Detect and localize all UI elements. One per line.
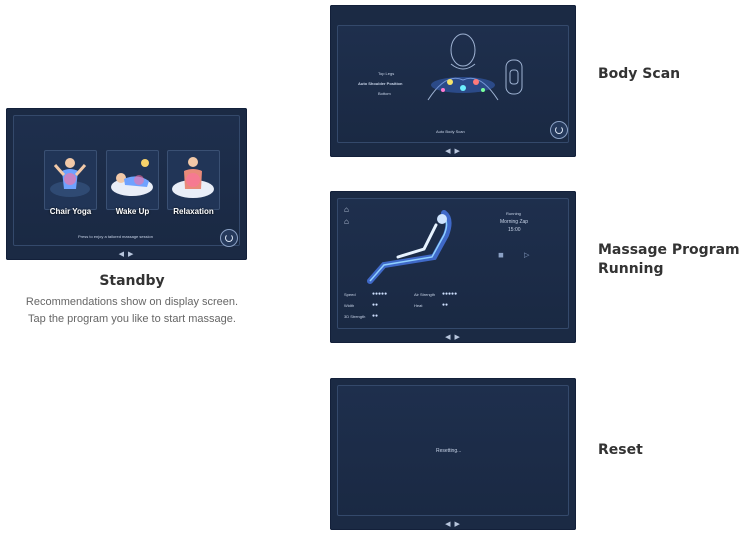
- scan-label-shoulder: Auto Shoulder Position: [358, 81, 403, 86]
- standby-screen: Chair Yoga Wake Up Relaxation Press to e…: [6, 108, 247, 260]
- nav-arrows[interactable]: ◀ ▶: [445, 520, 461, 528]
- control-value-speed[interactable]: ●●●●●: [372, 291, 387, 297]
- program-card-label: Relaxation: [173, 207, 214, 216]
- program-card-label: Chair Yoga: [49, 207, 92, 216]
- standby-description-1: Recommendations show on display screen.: [25, 296, 239, 308]
- home-icon-2[interactable]: ⌂: [344, 217, 349, 226]
- power-button[interactable]: [550, 121, 568, 139]
- body-scan-frame: Top Legs Auto Shoulder Position Bottom A…: [337, 25, 569, 143]
- program-card-wake-up[interactable]: Wake Up: [106, 150, 159, 216]
- reset-frame: Resetting...: [337, 385, 569, 516]
- standby-title: Standby: [99, 273, 165, 289]
- control-label-air: Air Strength: [414, 292, 436, 297]
- program-card-label: Wake Up: [115, 207, 150, 216]
- control-label-speed: Speed: [344, 292, 356, 297]
- program-time: 15:00: [508, 227, 521, 233]
- control-value-width[interactable]: ●●: [372, 302, 378, 308]
- nav-arrows[interactable]: ◀ ▶: [119, 250, 135, 258]
- power-button[interactable]: [220, 229, 238, 247]
- running-screen: ⌂ ⌂ Running Morning Zap 15:00 ◼ ▷ Speed …: [330, 191, 576, 343]
- yoga-figure-icon: [50, 158, 90, 197]
- program-name: Morning Zap: [500, 219, 529, 225]
- running-label-2: Running: [598, 261, 664, 277]
- program-card-chair-yoga[interactable]: Chair Yoga: [44, 150, 97, 216]
- standby-screen-frame: Chair Yoga Wake Up Relaxation Press to e…: [13, 115, 240, 247]
- control-value-3d[interactable]: ●●: [372, 313, 378, 319]
- body-scan-screen: Top Legs Auto Shoulder Position Bottom A…: [330, 5, 576, 157]
- control-label-heat: Heat: [414, 303, 423, 308]
- massage-chair-icon: [367, 210, 452, 284]
- standby-prompt: Press to enjoy a tailored massage sessio…: [78, 234, 153, 239]
- running-frame: ⌂ ⌂ Running Morning Zap 15:00 ◼ ▷ Speed …: [337, 198, 569, 329]
- scan-label-top: Top Legs: [378, 71, 395, 76]
- scan-label-bottom: Bottom: [378, 91, 391, 96]
- next-button[interactable]: ▷: [524, 251, 529, 259]
- reset-screen: Resetting... ◀ ▶: [330, 378, 576, 530]
- program-card-relaxation[interactable]: Relaxation: [167, 150, 220, 216]
- home-icon[interactable]: ⌂: [344, 205, 349, 214]
- reset-label: Reset: [598, 442, 643, 458]
- body-outline-icon: [427, 33, 523, 101]
- control-label-width: Width: [344, 303, 355, 308]
- wake-up-figure-icon: [111, 159, 153, 196]
- scan-footer: Auto Body Scan: [436, 129, 465, 134]
- running-label-1: Massage Program: [598, 242, 740, 258]
- control-value-heat[interactable]: ●●: [442, 302, 448, 308]
- nav-arrows[interactable]: ◀ ▶: [445, 333, 461, 341]
- nav-arrows[interactable]: ◀ ▶: [445, 147, 461, 155]
- pause-button[interactable]: ◼: [498, 251, 504, 259]
- relaxation-figure-icon: [172, 157, 214, 198]
- control-label-3d: 3D Strength: [344, 314, 366, 319]
- body-scan-label: Body Scan: [598, 66, 681, 82]
- reset-text: Resetting...: [436, 448, 462, 454]
- running-status: Running: [506, 211, 521, 216]
- standby-description-2: Tap the program you like to start massag…: [28, 313, 236, 325]
- control-value-air[interactable]: ●●●●●: [442, 291, 457, 297]
